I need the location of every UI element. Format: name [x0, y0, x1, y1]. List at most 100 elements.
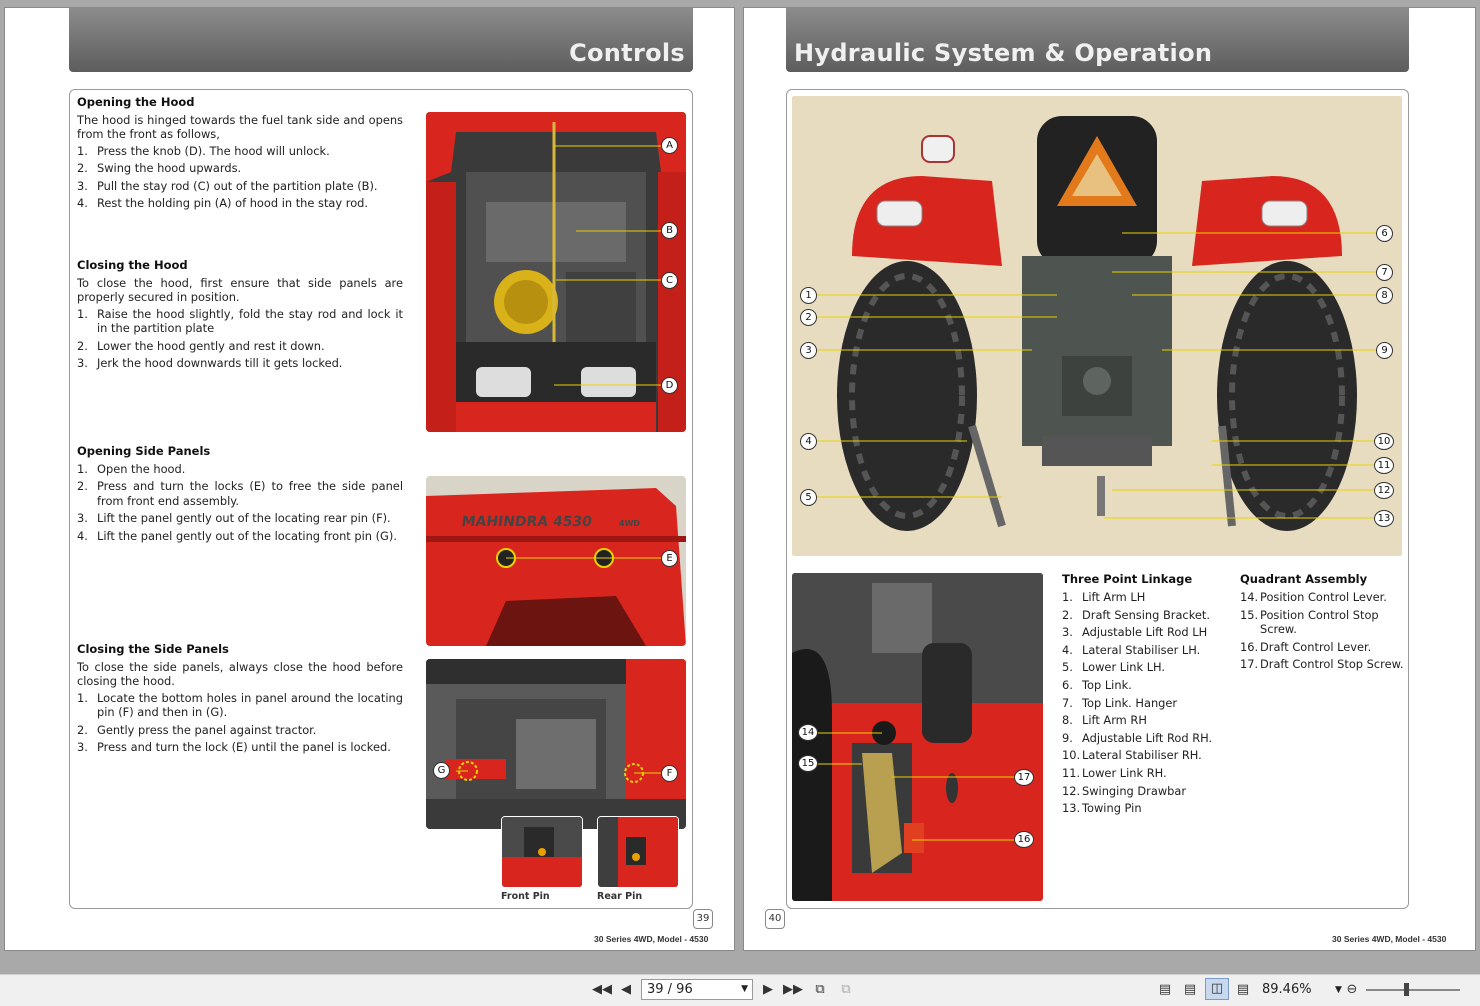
- list-item: 3. Jerk the hood downwards till it gets l…: [77, 356, 343, 370]
- side-panel-photo: MAHINDRA 4530 4WD E: [426, 476, 686, 646]
- list-item: 4. Rest the holding pin (A) of hood in th…: [77, 196, 369, 210]
- callout-6: 6: [1376, 225, 1393, 242]
- legend-heading: Quadrant Assembly: [1240, 572, 1368, 586]
- callout-7: 7: [1376, 264, 1393, 281]
- list-item: 5. Lower Link LH.: [1062, 660, 1166, 675]
- section-heading: Closing the Side Panels: [77, 642, 229, 656]
- open-hood-photo: A B C D: [426, 112, 686, 432]
- open-hood-illustration: [426, 112, 686, 432]
- chevron-down-icon: ▼: [741, 984, 748, 994]
- callout-d: D: [661, 377, 678, 394]
- list-item: 4. Lift the panel gently out of the locat…: [77, 528, 397, 543]
- list-item: 12. Swinging Drawbar: [1062, 783, 1187, 798]
- list-item: 3. Pull the stay rod (C) out of the parti…: [77, 178, 378, 193]
- list-item: 3. Press and turn the lock (E) until the …: [77, 740, 391, 754]
- callout-b: B: [661, 222, 678, 239]
- list-item: 14. Position Control Lever.: [1240, 590, 1387, 604]
- tractor-rear-photo: 1 2 3 4 5 6 7 8 9 10 11 12 13: [792, 96, 1402, 556]
- list-item: 7. Top Link. Hanger: [1062, 695, 1178, 710]
- list-item: 9. Adjustable Lift Rod RH.: [1062, 730, 1213, 745]
- list-item: 1. Lift Arm LH: [1062, 590, 1146, 604]
- list-item: 1. Locate the bottom holes in panel aroun…: [77, 690, 403, 720]
- single-page-view-button[interactable]: ▤: [1155, 980, 1175, 1000]
- tractor-badge-4wd: 4WD: [619, 519, 640, 528]
- section-heading: Closing the Hood: [77, 258, 188, 272]
- section-title-bar: Hydraulic System & Operation: [786, 8, 1409, 72]
- zoom-level[interactable]: 89.46% ▼: [1262, 980, 1342, 1000]
- chevron-down-icon: ▼: [1335, 985, 1342, 995]
- callout-c: C: [661, 272, 678, 289]
- list-item: 6. Top Link.: [1062, 677, 1132, 692]
- list-item: 3. Adjustable Lift Rod LH: [1062, 625, 1208, 640]
- tractor-badge: MAHINDRA 4530: [460, 514, 593, 530]
- quadrant-photo: 14 15 17 16: [792, 573, 1043, 901]
- zoom-slider-track[interactable]: [1366, 989, 1460, 991]
- list-item: 11. Lower Link RH.: [1062, 765, 1167, 780]
- page-footer: 30 Series 4WD, Model - 4530: [1332, 934, 1447, 944]
- list-item: 16. Draft Control Lever.: [1240, 639, 1372, 654]
- front-pin-illustration: [502, 817, 582, 887]
- callout-a: A: [661, 137, 678, 154]
- zoom-out-button[interactable]: ⊖: [1343, 980, 1361, 1000]
- engine-side-illustration: [426, 659, 686, 829]
- callout-15: 15: [798, 755, 818, 772]
- callout-17: 17: [1014, 769, 1034, 786]
- section-opening-hood: Opening the Hood The hood is hinged towa…: [77, 95, 403, 214]
- list-item: 10. Lateral Stabiliser RH.: [1062, 748, 1202, 763]
- callout-3: 3: [800, 342, 817, 359]
- first-page-button[interactable]: ◀◀: [592, 980, 612, 1000]
- callout-9: 9: [1376, 342, 1393, 359]
- callout-f: F: [661, 765, 678, 782]
- go-forward-view-button[interactable]: ⧉: [836, 980, 856, 1000]
- next-page-icon: ▶: [763, 982, 773, 997]
- page-number: 39: [693, 909, 713, 929]
- three-point-linkage-legend: Three Point Linkage 1. Lift Arm LH 2. Draf…: [1062, 571, 1232, 818]
- list-item: 2. Draft Sensing Bracket.: [1062, 607, 1210, 622]
- view-back-icon: ⧉: [815, 982, 825, 997]
- two-page-view-button[interactable]: ◫: [1205, 978, 1229, 1000]
- list-item: 2. Press and turn the locks (E) to free t…: [77, 479, 403, 508]
- list-item: 4. Lateral Stabiliser LH.: [1062, 642, 1201, 657]
- go-back-view-button[interactable]: ⧉: [810, 980, 830, 1000]
- section-title-bar: Controls: [69, 8, 693, 72]
- callout-g: G: [433, 762, 450, 779]
- list-item: 1. Open the hood.: [77, 461, 186, 476]
- zoom-out-icon: ⊖: [1346, 982, 1358, 997]
- front-pin-label: Front Pin: [501, 891, 550, 902]
- callout-4: 4: [800, 433, 817, 450]
- side-panel-illustration: MAHINDRA 4530 4WD: [426, 476, 686, 646]
- previous-page-icon: ◀: [621, 982, 631, 997]
- first-page-icon: ◀◀: [592, 982, 612, 997]
- list-item: 15. Position Control Stop Screw.: [1240, 607, 1379, 637]
- tractor-rear-illustration: [792, 96, 1402, 556]
- page-39: Controls Opening the Hood The hood is hi…: [4, 7, 735, 951]
- quadrant-illustration: [792, 573, 1043, 901]
- page-title: Hydraulic System & Operation: [794, 39, 1213, 67]
- list-item: 3. Lift the panel gently out of the locat…: [77, 511, 391, 525]
- two-page-icon: ◫: [1210, 981, 1224, 996]
- next-page-button[interactable]: ▶: [759, 980, 777, 1000]
- section-intro: The hood is hinged towards the fuel tank…: [77, 112, 403, 142]
- list-item: 2. Swing the hood upwards.: [77, 161, 242, 175]
- last-page-button[interactable]: ▶▶: [782, 980, 804, 1000]
- list-item: 1. Press the knob (D). The hood will unlo…: [77, 143, 330, 158]
- two-page-continuous-button[interactable]: ▤: [1233, 980, 1253, 1000]
- quadrant-assembly-legend: Quadrant Assembly 14. Position Control Le…: [1240, 571, 1405, 674]
- zoom-slider-thumb[interactable]: [1404, 983, 1409, 996]
- list-item: 13. Towing Pin: [1062, 801, 1142, 816]
- continuous-page-icon: ▤: [1183, 982, 1197, 997]
- continuous-view-button[interactable]: ▤: [1180, 980, 1200, 1000]
- engine-side-photo: G F: [426, 659, 686, 829]
- list-item: 1. Raise the hood slightly, fold the stay…: [77, 306, 403, 336]
- section-heading: Opening the Hood: [77, 95, 195, 109]
- section-intro: To close the side panels, always close t…: [77, 659, 403, 689]
- list-item: 17. Draft Control Stop Screw.: [1240, 657, 1404, 672]
- callout-10: 10: [1374, 433, 1394, 450]
- page-40: Hydraulic System & Operation 1 2 3 4 5 6…: [743, 7, 1476, 951]
- callout-8: 8: [1376, 287, 1393, 304]
- page-number-input[interactable]: 39 / 96 ▼: [641, 979, 753, 1000]
- section-heading: Opening Side Panels: [77, 444, 211, 458]
- list-item: 8. Lift Arm RH: [1062, 713, 1147, 728]
- previous-page-button[interactable]: ◀: [617, 980, 635, 1000]
- page-number: 40: [765, 909, 785, 929]
